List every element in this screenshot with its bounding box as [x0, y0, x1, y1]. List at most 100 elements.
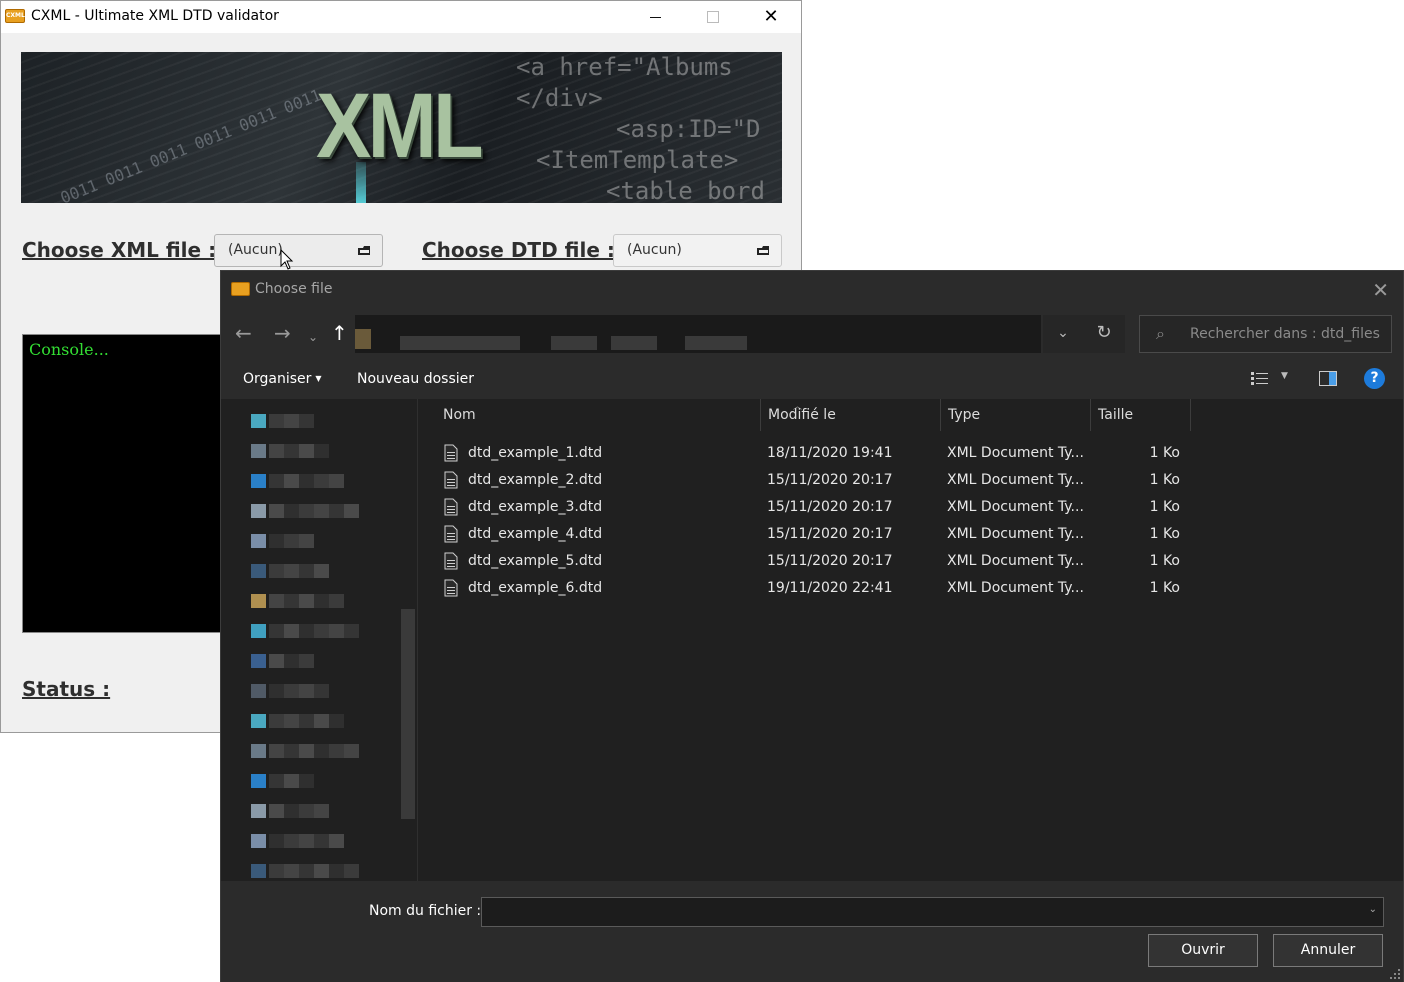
document-file-icon [444, 552, 458, 570]
filename-dropdown-icon[interactable]: ⌄ [1369, 904, 1377, 915]
dialog-close-icon[interactable]: ✕ [1372, 278, 1389, 302]
xml-file-value: (Aucun) [228, 242, 283, 258]
file-row[interactable]: dtd_example_4.dtd 15/11/2020 20:17 XML Doc… [440, 522, 1200, 549]
address-blurred-segment [355, 329, 371, 349]
up-arrow-icon[interactable]: ↑ [331, 321, 348, 345]
file-row[interactable]: dtd_example_3.dtd 15/11/2020 20:17 XML Doc… [440, 495, 1200, 522]
document-file-icon [444, 579, 458, 597]
address-dropdown-chevron-icon[interactable]: ⌄ [1043, 315, 1083, 353]
nav-item-blurred-icon [251, 444, 266, 458]
column-header-modified[interactable]: Modifié le [761, 399, 941, 431]
nav-item-blurred-text [269, 594, 284, 608]
nav-item-blurred-text [269, 564, 284, 578]
nav-item-blurred-text [299, 624, 314, 638]
nav-item-blurred-icon [251, 834, 266, 848]
nav-item-blurred-text [284, 714, 299, 728]
file-row[interactable]: dtd_example_2.dtd 15/11/2020 20:17 XML Doc… [440, 468, 1200, 495]
banner-code-text: <a href="Albums </div> <asp:ID="D <ItemTemp… [516, 52, 782, 203]
new-folder-button[interactable]: Nouveau dossier [357, 371, 474, 387]
nav-item-blurred-text [329, 864, 344, 878]
column-header-size[interactable]: Taille [1091, 399, 1191, 431]
nav-item-blurred-text [299, 414, 314, 428]
file-size: 1 Ko [1149, 472, 1180, 488]
app-titlebar[interactable]: CXML CXML - Ultimate XML DTD validator ✕ [1, 1, 801, 33]
file-name: dtd_example_2.dtd [468, 472, 603, 488]
nav-pane-blurred-item [251, 834, 391, 848]
file-name: dtd_example_3.dtd [468, 499, 603, 515]
nav-item-blurred-text [269, 654, 284, 668]
nav-item-blurred-text [269, 864, 284, 878]
document-file-icon [444, 498, 458, 516]
dtd-file-picker[interactable]: (Aucun) [613, 234, 782, 267]
nav-item-blurred-text [314, 714, 329, 728]
nav-pane-blurred-item [251, 444, 391, 458]
nav-item-blurred-text [299, 774, 314, 788]
nav-item-blurred-text [329, 474, 344, 488]
xml-file-picker[interactable]: (Aucun) [214, 234, 383, 267]
banner-code-line: </div> [516, 84, 603, 112]
nav-pane-blurred-item [251, 744, 391, 758]
nav-item-blurred-text [344, 624, 359, 638]
help-icon[interactable]: ? [1364, 368, 1385, 389]
nav-item-blurred-text [284, 684, 299, 698]
file-size: 1 Ko [1149, 499, 1180, 515]
nav-pane-scrollbar[interactable] [401, 609, 415, 819]
nav-item-blurred-text [299, 744, 314, 758]
maximize-button[interactable] [684, 1, 742, 33]
column-header-name[interactable]: Nom [436, 399, 756, 431]
address-blurred-segment [400, 336, 520, 350]
file-row[interactable]: dtd_example_6.dtd 19/11/2020 22:41 XML Doc… [440, 576, 1200, 603]
back-arrow-icon[interactable]: ← [235, 321, 252, 345]
address-bar[interactable] [355, 315, 1041, 353]
dtd-file-value: (Aucun) [627, 242, 682, 258]
file-row[interactable]: dtd_example_5.dtd 15/11/2020 20:17 XML Doc… [440, 549, 1200, 576]
file-name: dtd_example_1.dtd [468, 445, 603, 461]
nav-item-blurred-text [284, 624, 299, 638]
nav-item-blurred-text [329, 624, 344, 638]
maximize-icon [707, 11, 719, 23]
search-input[interactable]: ⌕ Rechercher dans : dtd_files [1139, 315, 1392, 353]
column-separator[interactable] [1190, 399, 1191, 431]
nav-item-blurred-text [284, 864, 299, 878]
minimize-button[interactable] [626, 1, 684, 33]
file-row[interactable]: dtd_example_1.dtd 18/11/2020 19:41 XML Doc… [440, 441, 1200, 468]
nav-item-blurred-text [299, 804, 314, 818]
banner-code-line: <asp:ID="D [616, 115, 761, 143]
preview-pane-icon[interactable] [1319, 371, 1337, 386]
close-button[interactable]: ✕ [742, 1, 800, 33]
nav-item-blurred-icon [251, 564, 266, 578]
nav-item-blurred-text [299, 864, 314, 878]
file-name: dtd_example_4.dtd [468, 526, 603, 542]
nav-item-blurred-text [329, 594, 344, 608]
dtd-file-label: Choose DTD file : [422, 238, 615, 262]
forward-arrow-icon[interactable]: → [274, 321, 291, 345]
nav-pane-blurred-item [251, 624, 391, 638]
refresh-icon[interactable]: ↻ [1083, 315, 1125, 353]
nav-item-blurred-icon [251, 414, 266, 428]
column-header-type[interactable]: Type [941, 399, 1091, 431]
caret-down-icon: ▼ [315, 374, 322, 383]
nav-item-blurred-text [284, 564, 299, 578]
nav-item-blurred-text [284, 504, 299, 518]
recent-locations-chevron-icon[interactable]: ⌄ [308, 325, 318, 349]
view-options-icon[interactable] [1251, 372, 1269, 386]
choose-file-dialog: Choose file ✕ ← → ⌄ ↑ ⌄ ↻ ⌕ Rechercher d… [220, 270, 1404, 982]
nav-item-blurred-text [299, 564, 314, 578]
open-button[interactable]: Ouvrir [1148, 934, 1258, 967]
nav-item-blurred-text [269, 774, 284, 788]
nav-item-blurred-icon [251, 594, 266, 608]
file-size: 1 Ko [1149, 580, 1180, 596]
view-caret-down-icon[interactable]: ▼ [1281, 371, 1288, 381]
file-type: XML Document Ty... [947, 445, 1084, 461]
nav-item-blurred-text [314, 864, 329, 878]
navigation-pane[interactable] [221, 399, 417, 881]
resize-grip-icon[interactable] [1390, 969, 1400, 979]
nav-item-blurred-icon [251, 744, 266, 758]
cancel-button[interactable]: Annuler [1273, 934, 1383, 967]
nav-item-blurred-text [299, 474, 314, 488]
dialog-titlebar[interactable]: Choose file ✕ [221, 271, 1403, 309]
app-logo-icon: CXML [5, 9, 25, 23]
close-icon: ✕ [763, 6, 779, 27]
organize-menu-button[interactable]: Organiser ▼ [243, 371, 322, 387]
filename-input[interactable]: ⌄ [481, 897, 1384, 927]
